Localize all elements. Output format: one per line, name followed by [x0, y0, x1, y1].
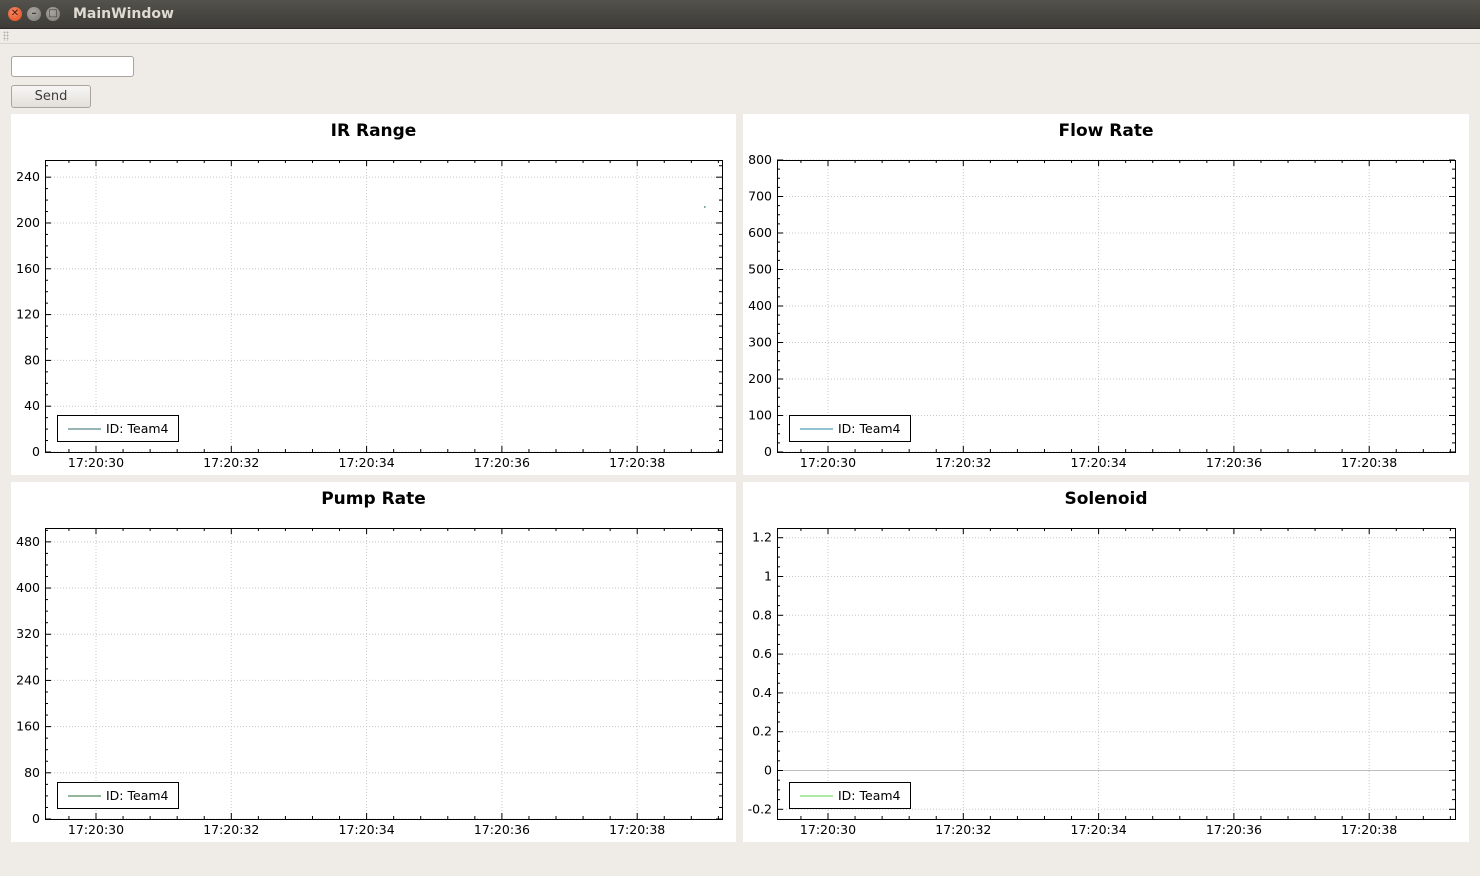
plot-frame	[45, 528, 723, 820]
grid-lines	[45, 160, 722, 453]
plot-frame	[777, 528, 1456, 820]
maximize-window-icon[interactable]: □	[46, 7, 60, 21]
y-tick-label: 500	[748, 262, 772, 277]
y-tick-label: 0.2	[752, 724, 772, 739]
legend: ID: Team4	[789, 415, 911, 442]
y-tick-label: 200	[748, 371, 772, 386]
y-tick-label: 600	[748, 225, 772, 240]
send-button[interactable]: Send	[11, 85, 91, 108]
y-tick-label: 100	[748, 408, 772, 423]
x-tick-label: 17:20:36	[474, 822, 530, 837]
plot-frame	[45, 160, 723, 453]
y-tick-label: 700	[748, 189, 772, 204]
legend-label: ID: Team4	[838, 788, 901, 803]
y-axis: 0 80 160 240 320 400 480	[16, 529, 722, 826]
x-tick-label: 17:20:34	[339, 822, 395, 837]
y-tick-label: 800	[748, 152, 772, 167]
y-tick-label: 160	[16, 261, 40, 276]
y-tick-label: -0.2	[748, 801, 772, 816]
chart-panel-flow-rate: Flow Rate 17:20:30 17:20:32 17:20:34 17:20:3…	[743, 114, 1469, 475]
chart-flow-rate: Flow Rate 17:20:30 17:20:32 17:20:34 17:20:3…	[748, 121, 1456, 470]
x-tick-label: 17:20:30	[800, 455, 856, 470]
legend: ID: Team4	[789, 782, 911, 809]
legend-label: ID: Team4	[838, 421, 901, 436]
y-tick-label: 320	[16, 626, 40, 641]
legend: ID: Team4	[57, 782, 179, 809]
x-tick-label: 17:20:30	[68, 822, 124, 837]
x-tick-label: 17:20:34	[1071, 455, 1127, 470]
chart-ir-range: IR Range 17:20:30 17:20:32 17:20:34 17:20:36…	[16, 121, 723, 470]
x-tick-label: 17:20:34	[339, 455, 395, 470]
x-tick-label: 17:20:32	[935, 822, 991, 837]
y-axis: -0.2 0 0.2 0.4 0.6 0.8 1 1.2	[748, 530, 1455, 816]
command-input[interactable]	[11, 56, 134, 77]
y-tick-label: 1	[764, 569, 772, 584]
window-title: MainWindow	[73, 6, 174, 22]
y-tick-label: 480	[16, 534, 40, 549]
y-tick-label: 1.2	[752, 530, 772, 545]
legend: ID: Team4	[57, 415, 179, 442]
legend-label: ID: Team4	[106, 421, 169, 436]
y-tick-label: 80	[24, 352, 40, 367]
y-tick-label: 300	[748, 335, 772, 350]
x-tick-label: 17:20:30	[800, 822, 856, 837]
y-tick-label: 240	[16, 672, 40, 687]
grid-lines	[45, 528, 722, 820]
chart-panel-pump-rate: Pump Rate 17:20:30 17:20:32 17:20:34 17:20:3…	[11, 482, 736, 842]
minimize-window-icon[interactable]: –	[27, 7, 41, 21]
y-tick-label: 120	[16, 307, 40, 322]
x-tick-label: 17:20:36	[1206, 455, 1262, 470]
y-tick-label: 0	[764, 444, 772, 459]
chart-panel-solenoid: Solenoid 17:20:30 17:20:32 17:20:34 17:20:36…	[743, 482, 1469, 842]
chart-title: Flow Rate	[1059, 121, 1154, 141]
y-tick-label: 0	[32, 444, 40, 459]
y-tick-label: 0.6	[752, 646, 772, 661]
y-tick-label: 240	[16, 169, 40, 184]
x-tick-label: 17:20:30	[68, 455, 124, 470]
data-point	[704, 206, 706, 208]
y-tick-label: 400	[748, 298, 772, 313]
y-tick-label: 160	[16, 719, 40, 734]
y-tick-label: 200	[16, 215, 40, 230]
x-tick-label: 17:20:38	[1341, 822, 1397, 837]
legend-label: ID: Team4	[106, 788, 169, 803]
x-tick-label: 17:20:32	[203, 822, 259, 837]
grid-lines	[777, 528, 1455, 819]
x-tick-label: 17:20:32	[935, 455, 991, 470]
grid-lines	[777, 159, 1455, 453]
x-tick-label: 17:20:32	[203, 455, 259, 470]
chart-panel-ir-range: IR Range 17:20:30 17:20:32 17:20:34 17:20:36…	[11, 114, 736, 475]
chart-title: IR Range	[331, 121, 417, 141]
y-tick-label: 0.4	[752, 685, 772, 700]
y-tick-label: 0	[32, 811, 40, 826]
menu-bar	[0, 29, 1480, 44]
chart-title: Solenoid	[1064, 489, 1147, 509]
y-tick-label: 400	[16, 580, 40, 595]
window-titlebar: ✕ – □ MainWindow	[0, 0, 1480, 29]
x-tick-label: 17:20:36	[1206, 822, 1262, 837]
y-tick-label: 0	[764, 763, 772, 778]
chart-solenoid: Solenoid 17:20:30 17:20:32 17:20:34 17:20:36…	[748, 489, 1456, 837]
y-tick-label: 80	[24, 765, 40, 780]
toolbar-grip-handle[interactable]	[3, 31, 9, 41]
y-tick-label: 0.8	[752, 607, 772, 622]
x-tick-label: 17:20:36	[474, 455, 530, 470]
x-tick-label: 17:20:34	[1071, 822, 1127, 837]
x-tick-label: 17:20:38	[609, 455, 665, 470]
x-tick-label: 17:20:38	[1341, 455, 1397, 470]
chart-title: Pump Rate	[321, 489, 426, 509]
y-tick-label: 40	[24, 398, 40, 413]
chart-pump-rate: Pump Rate 17:20:30 17:20:32 17:20:34 17:20:3…	[16, 489, 723, 837]
x-tick-label: 17:20:38	[609, 822, 665, 837]
close-window-icon[interactable]: ✕	[8, 7, 22, 21]
